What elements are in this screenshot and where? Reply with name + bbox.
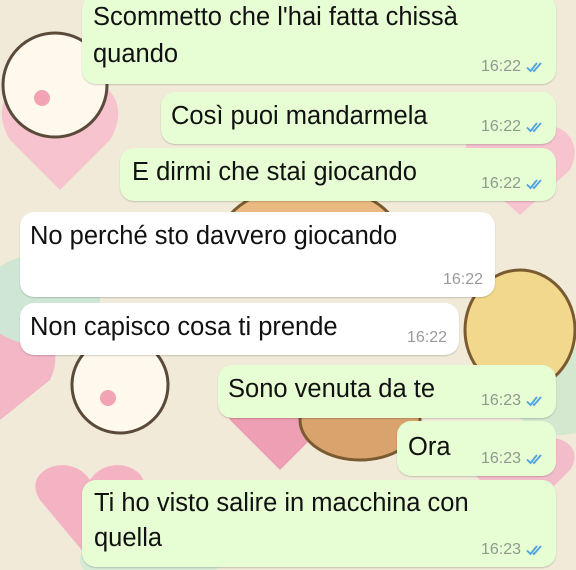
message-text-line: No perché sto davvero giocando [30,222,398,250]
message-text-line: quando [93,40,179,68]
read-double-tick-icon [526,454,542,465]
message-text-line: Sono venuta da te [228,375,436,403]
message-text-line: E dirmi che stai giocando [132,158,417,186]
message-text-line: Non capisco cosa ti prende [30,313,338,341]
outgoing-message[interactable]: Ti ho visto salire in macchina con quell… [82,480,556,567]
read-double-tick-icon [526,396,542,407]
outgoing-message[interactable]: Così puoi mandarmela 16:22 [161,92,556,144]
outgoing-message[interactable]: E dirmi che stai giocando 16:22 [120,148,556,201]
message-time: 16:22 [480,58,521,75]
message-meta: 16:22 [407,329,447,347]
read-double-tick-icon [526,179,542,190]
message-meta: 16:23 [481,392,544,410]
read-double-tick-icon [526,122,542,133]
message-text-line: Ora [408,433,451,461]
message-time: 16:22 [442,271,483,288]
message-meta: 16:23 [481,541,544,559]
message-meta: 16:22 [481,118,544,136]
message-time: 16:22 [406,329,447,346]
message-time: 16:23 [480,450,521,467]
outgoing-message[interactable]: Sono venuta da te 16:23 [218,365,556,418]
message-text-line: quella [94,524,163,552]
message-meta: 16:23 [481,450,544,468]
outgoing-message[interactable]: Ora 16:23 [397,421,556,476]
message-meta: 16:22 [443,271,483,289]
message-time: 16:22 [480,118,521,135]
outgoing-message[interactable]: Scommetto che l'hai fatta chissà quando … [82,0,556,84]
message-text-line: Ti ho visto salire in macchina con [94,489,469,517]
message-meta: 16:22 [481,58,544,76]
message-time: 16:22 [480,175,521,192]
message-text-line: Così puoi mandarmela [171,102,428,130]
message-time: 16:23 [480,392,521,409]
incoming-message[interactable]: Non capisco cosa ti prende 16:22 [20,303,459,355]
message-meta: 16:22 [481,175,544,193]
message-time: 16:23 [480,541,521,558]
read-double-tick-icon [526,62,542,73]
message-text-line: Scommetto che l'hai fatta chissà [93,3,458,31]
incoming-message[interactable]: No perché sto davvero giocando 16:22 [20,212,495,297]
read-double-tick-icon [526,545,542,556]
message-list: Scommetto che l'hai fatta chissà quando … [0,0,576,570]
